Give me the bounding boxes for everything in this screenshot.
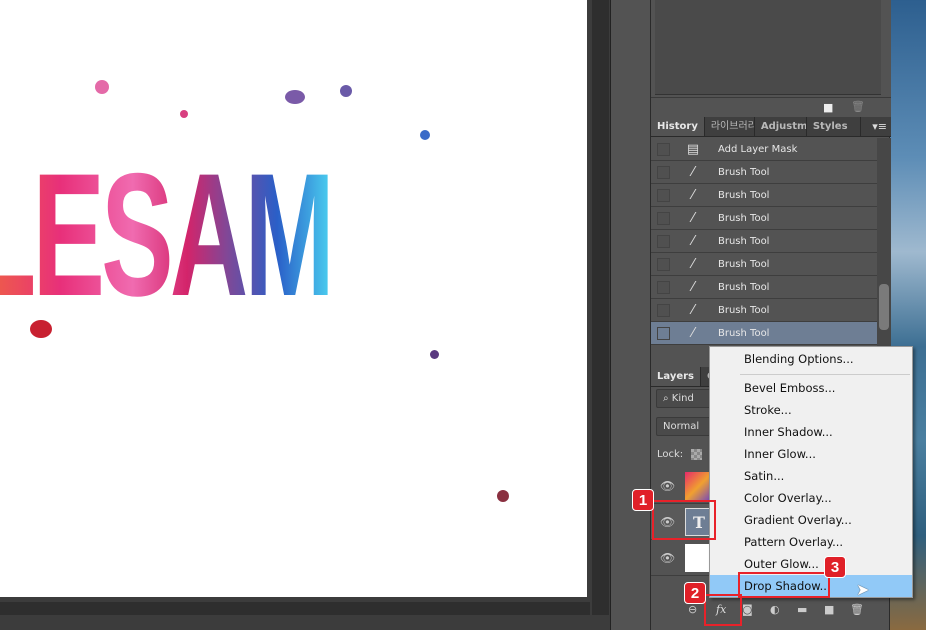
- snapshot-checkbox[interactable]: [657, 280, 670, 294]
- paint-splatter: [420, 130, 430, 140]
- history-list: ▤ Add Layer Mask ⁄ Brush Tool ⁄ Brush Tool …: [651, 138, 877, 345]
- menu-item-stroke[interactable]: Stroke...: [710, 399, 912, 421]
- brush-icon: ⁄: [691, 302, 695, 318]
- paint-splatter: [95, 80, 109, 94]
- panel-menu-icon[interactable]: ▾≡: [872, 117, 891, 136]
- annotation-badge-3: 3: [824, 556, 846, 578]
- menu-separator: [740, 374, 910, 375]
- history-item[interactable]: ▤ Add Layer Mask: [651, 138, 877, 161]
- horizontal-scrollbar[interactable]: [0, 602, 590, 615]
- document-canvas[interactable]: LESAM: [0, 0, 587, 597]
- paint-splatter: [285, 90, 305, 104]
- history-item[interactable]: ⁄ Brush Tool: [651, 207, 877, 230]
- menu-item-inner-glow[interactable]: Inner Glow...: [710, 443, 912, 465]
- tab-layers[interactable]: Layers: [651, 367, 701, 386]
- filter-kind-label: Kind: [671, 393, 694, 404]
- annotation-box-3: [738, 572, 830, 598]
- upper-panel-content: [655, 0, 881, 95]
- history-item-label: Brush Tool: [718, 166, 770, 178]
- upper-panel: ■ 🗑: [651, 0, 891, 117]
- history-item[interactable]: ⁄ Brush Tool: [651, 276, 877, 299]
- snapshot-checkbox[interactable]: [657, 257, 670, 271]
- filter-kind-select[interactable]: ⌕ Kind: [656, 389, 716, 408]
- snapshot-checkbox[interactable]: [657, 326, 670, 340]
- history-tabs: History 라이브러리 Adjustme Styles ▾≡: [651, 117, 891, 137]
- visibility-eye-icon[interactable]: 👁: [660, 551, 675, 565]
- history-item-label: Brush Tool: [718, 189, 770, 201]
- blend-mode-select[interactable]: Normal: [656, 417, 716, 436]
- paint-splatter: [497, 490, 509, 502]
- history-item[interactable]: ⁄ Brush Tool: [651, 253, 877, 276]
- paint-splatter: [430, 350, 439, 359]
- annotation-box-1: [652, 500, 716, 540]
- tab-styles[interactable]: Styles: [807, 117, 861, 136]
- brush-icon: ⁄: [691, 164, 695, 180]
- snapshot-checkbox[interactable]: [657, 211, 670, 225]
- snapshot-checkbox[interactable]: [657, 303, 670, 317]
- snapshot-checkbox[interactable]: [657, 234, 670, 248]
- tab-history[interactable]: History: [651, 117, 705, 136]
- snapshot-checkbox[interactable]: [657, 188, 670, 202]
- history-item[interactable]: ⁄ Brush Tool: [651, 184, 877, 207]
- brush-icon: ⁄: [691, 210, 695, 226]
- visibility-eye-icon[interactable]: 👁: [660, 479, 675, 493]
- tab-libraries[interactable]: 라이브러리: [705, 117, 755, 136]
- mouse-cursor-icon: ➤: [856, 580, 870, 599]
- adjustment-layer-icon[interactable]: ◐: [770, 603, 780, 616]
- panel-dock: [610, 0, 650, 630]
- upper-panel-toolbar: ■ 🗑: [651, 97, 891, 117]
- trash-icon[interactable]: 🗑: [851, 100, 865, 113]
- history-item[interactable]: ⁄ Brush Tool: [651, 161, 877, 184]
- scrollbar-thumb[interactable]: [879, 284, 889, 330]
- paint-splatter: [180, 110, 188, 118]
- menu-item-bevel-emboss[interactable]: Bevel Emboss...: [710, 377, 912, 399]
- menu-item-pattern-overlay[interactable]: Pattern Overlay...: [710, 531, 912, 553]
- brush-icon: ⁄: [691, 187, 695, 203]
- history-item[interactable]: ⁄ Brush Tool: [651, 230, 877, 253]
- snapshot-checkbox[interactable]: [657, 165, 670, 179]
- snapshot-checkbox[interactable]: [657, 142, 670, 156]
- paint-splatter: [340, 85, 352, 97]
- history-item-label: Brush Tool: [718, 212, 770, 224]
- history-item-label: Brush Tool: [718, 327, 770, 339]
- vertical-scrollbar[interactable]: [592, 0, 609, 615]
- artwork-text: LESAM: [0, 148, 335, 323]
- history-item-label: Brush Tool: [718, 281, 770, 293]
- history-scrollbar[interactable]: [877, 138, 891, 346]
- history-item-label: Brush Tool: [718, 258, 770, 270]
- brush-icon: ⁄: [691, 233, 695, 249]
- folder-icon[interactable]: ▬: [797, 603, 807, 616]
- history-item-label: Add Layer Mask: [718, 143, 798, 155]
- history-item-selected[interactable]: ⁄ Brush Tool: [651, 322, 877, 345]
- menu-item-satin[interactable]: Satin...: [710, 465, 912, 487]
- menu-item-inner-shadow[interactable]: Inner Shadow...: [710, 421, 912, 443]
- lock-label: Lock:: [657, 449, 684, 460]
- history-item-label: Brush Tool: [718, 235, 770, 247]
- annotation-badge-2: 2: [684, 582, 706, 604]
- brush-icon: ⁄: [691, 256, 695, 272]
- search-icon: ⌕: [663, 393, 672, 404]
- document-icon: ▤: [686, 141, 700, 157]
- new-layer-icon[interactable]: ■: [824, 603, 834, 616]
- history-item-label: Brush Tool: [718, 304, 770, 316]
- new-icon[interactable]: ■: [823, 101, 833, 114]
- history-item[interactable]: ⁄ Brush Tool: [651, 299, 877, 322]
- add-mask-icon[interactable]: ◙: [742, 603, 753, 616]
- menu-item-color-overlay[interactable]: Color Overlay...: [710, 487, 912, 509]
- lock-transparency-icon[interactable]: [691, 449, 702, 460]
- menu-item-gradient-overlay[interactable]: Gradient Overlay...: [710, 509, 912, 531]
- trash-icon[interactable]: 🗑: [850, 603, 864, 616]
- annotation-badge-1: 1: [632, 489, 654, 511]
- layer-style-menu: Blending Options... Bevel Emboss... Stro…: [709, 346, 913, 598]
- brush-icon: ⁄: [691, 279, 695, 295]
- tab-adjustments[interactable]: Adjustme: [755, 117, 807, 136]
- annotation-box-2: [704, 594, 742, 626]
- menu-item-blending-options[interactable]: Blending Options...: [710, 348, 912, 370]
- brush-icon: ⁄: [691, 325, 695, 341]
- link-layers-icon[interactable]: ⊖: [688, 603, 697, 616]
